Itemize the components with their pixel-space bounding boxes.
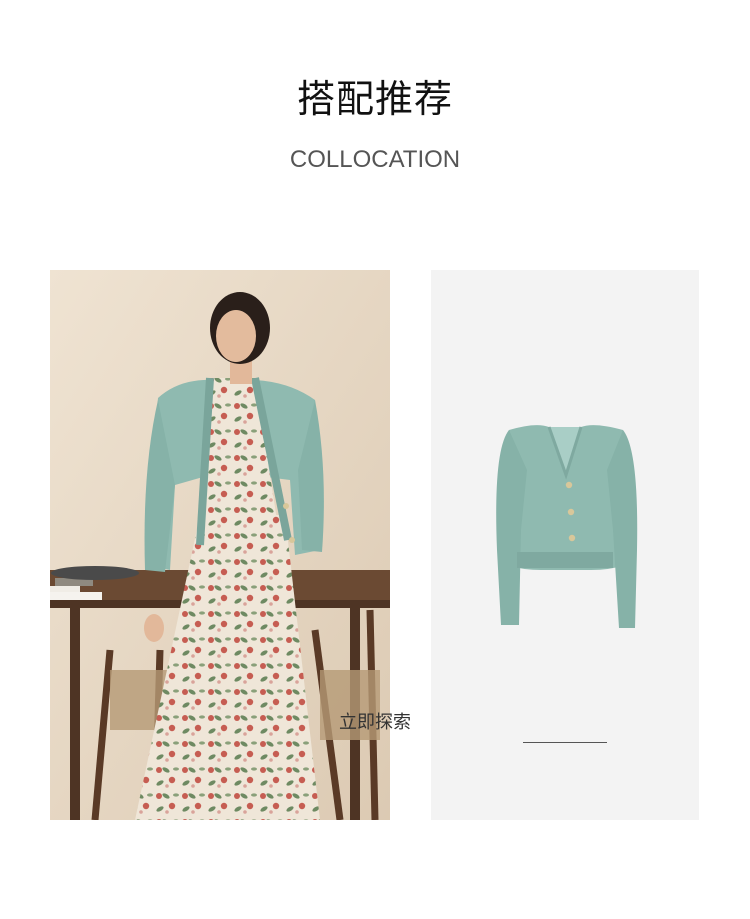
explore-underline — [523, 742, 607, 743]
section-subtitle: COLLOCATION — [289, 146, 461, 173]
model-illustration — [50, 270, 390, 820]
cardigan-product-image — [496, 425, 638, 628]
lifestyle-photo — [50, 270, 390, 820]
product-card[interactable] — [431, 270, 699, 820]
section-title: 搭配推荐 — [296, 77, 453, 121]
explore-now-button[interactable]: 立即探索 — [0, 708, 750, 734]
